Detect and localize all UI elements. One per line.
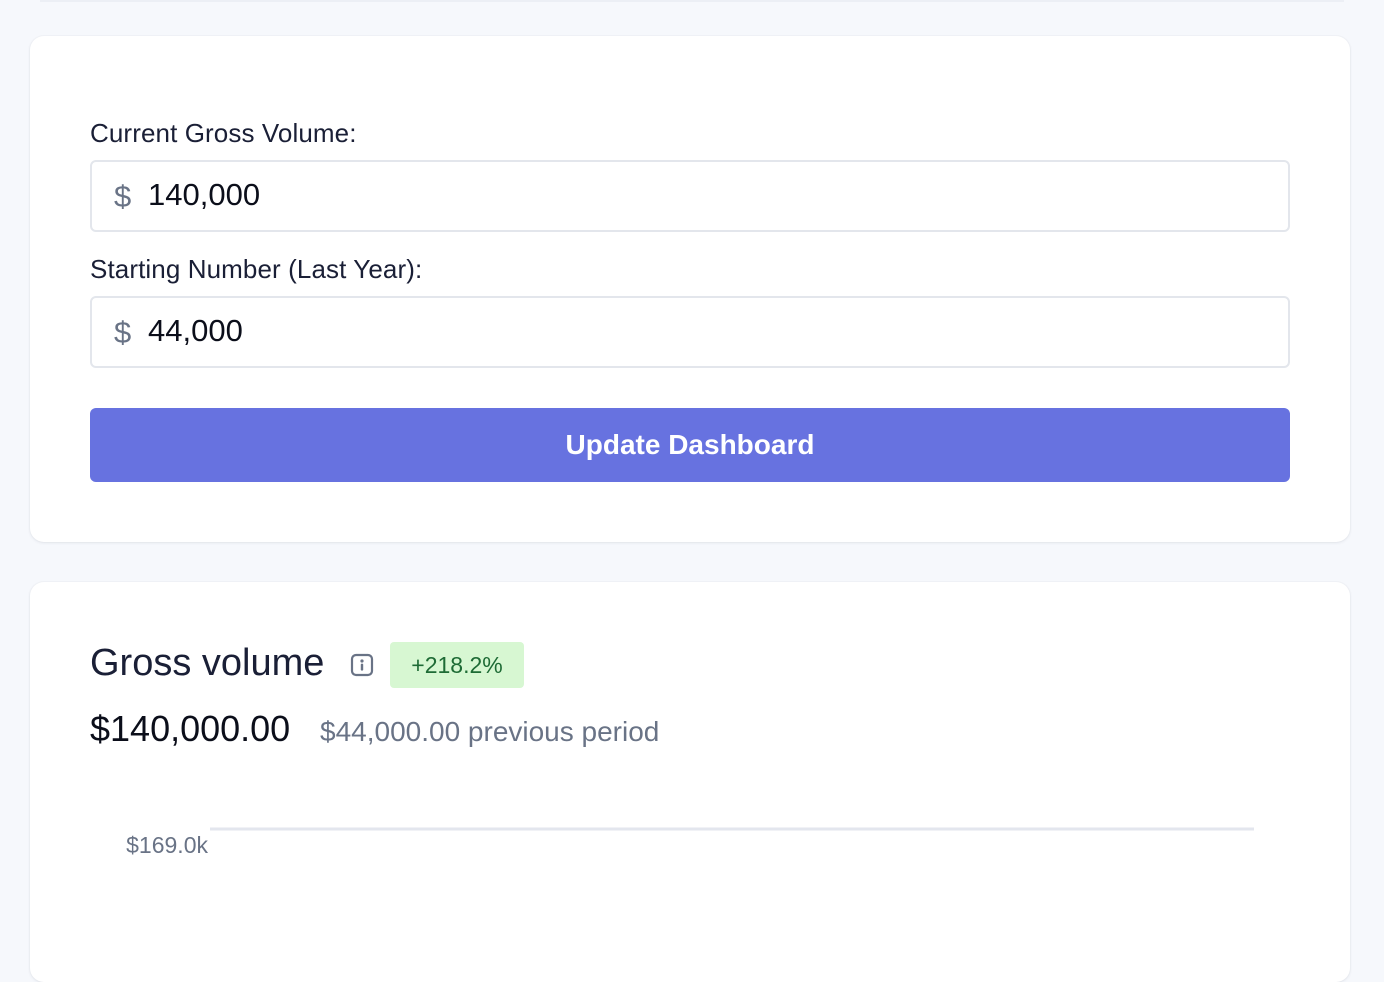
starting-number-currency: $ [114,315,132,350]
starting-number-label: Starting Number (Last Year): [90,254,423,284]
starting-number-field[interactable]: $ [90,296,1290,368]
update-dashboard-button[interactable]: Update Dashboard [90,408,1290,482]
gross-volume-input[interactable] [148,174,1268,216]
y-tick-label: $169.0k [126,832,208,858]
gross-volume-card: Gross volume +218.2% $140,000.00 $44,000… [30,582,1350,982]
gross-volume-label: Current Gross Volume: [90,118,357,148]
top-divider [40,0,1344,2]
gross-volume-chart: $169.0k [126,827,1254,858]
input-form-card: Current Gross Volume: $ Starting Number … [30,36,1350,542]
gross-volume-currency: $ [114,179,132,214]
gross-volume-field[interactable]: $ [90,160,1290,232]
starting-number-input[interactable] [148,310,1268,352]
